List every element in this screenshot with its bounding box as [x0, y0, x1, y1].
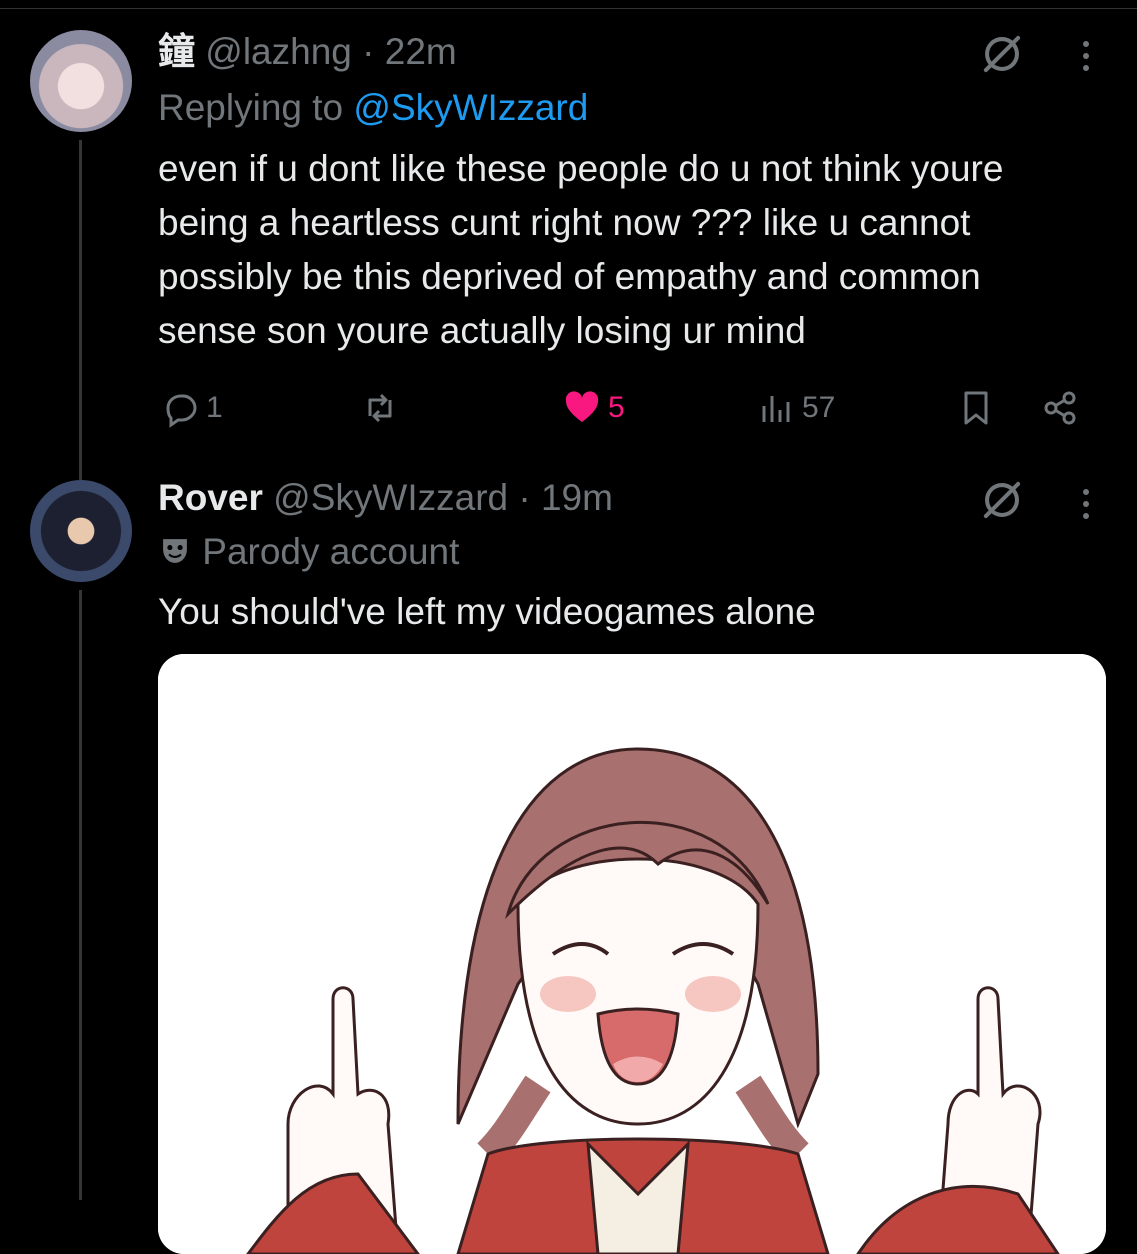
tweet-image[interactable]: [158, 654, 1106, 1254]
display-name[interactable]: 鐘: [158, 31, 195, 72]
replying-to: Replying to @SkyWIzzard: [158, 86, 588, 130]
handle[interactable]: @SkyWIzzard: [273, 477, 508, 518]
tweet-text: even if u dont like these people do u no…: [158, 148, 1004, 351]
timestamp[interactable]: · 22m: [362, 31, 457, 72]
reply-icon: [166, 394, 197, 428]
like-button[interactable]: 5: [562, 380, 625, 436]
parody-label: Parody account: [202, 531, 460, 572]
repost-button[interactable]: [360, 380, 400, 436]
bookmark-icon: [964, 391, 988, 425]
thread-line: [79, 590, 82, 1200]
reply-count: 1: [206, 391, 223, 424]
tweet-text: You should've left my videogames alone: [158, 591, 816, 632]
views-button[interactable]: 57: [756, 380, 835, 436]
handle[interactable]: @lazhng: [205, 31, 352, 72]
like-count: 5: [608, 391, 625, 424]
tweet-header: 鐘 @lazhng · 22m: [158, 30, 457, 74]
parody-badge: Parody account: [158, 530, 459, 574]
share-icon: [1044, 391, 1076, 425]
replying-to-link[interactable]: @SkyWIzzard: [353, 87, 588, 128]
replying-prefix: Replying to: [158, 87, 344, 128]
heart-icon: [565, 391, 599, 422]
display-name[interactable]: Rover: [158, 477, 263, 518]
grok-icon[interactable]: [978, 476, 1026, 524]
bookmark-button[interactable]: [956, 380, 996, 436]
repost-icon: [368, 393, 392, 423]
share-button[interactable]: [1040, 380, 1080, 436]
avatar[interactable]: [30, 30, 132, 132]
tweet-header: Rover @SkyWIzzard · 19m: [158, 476, 613, 520]
avatar[interactable]: [30, 480, 132, 582]
parody-mask-icon: [163, 539, 187, 563]
timestamp[interactable]: · 19m: [518, 477, 613, 518]
thread-line: [79, 140, 82, 480]
view-count: 57: [802, 391, 836, 424]
anime-girl-illustration: [158, 654, 1106, 1254]
top-divider: [0, 8, 1137, 9]
reply-button[interactable]: 1: [160, 380, 223, 436]
action-bar: 1 5 57: [158, 380, 1088, 436]
more-icon[interactable]: [1066, 32, 1106, 80]
views-icon: [762, 396, 790, 422]
more-icon[interactable]: [1066, 480, 1106, 528]
grok-icon[interactable]: [978, 30, 1026, 78]
